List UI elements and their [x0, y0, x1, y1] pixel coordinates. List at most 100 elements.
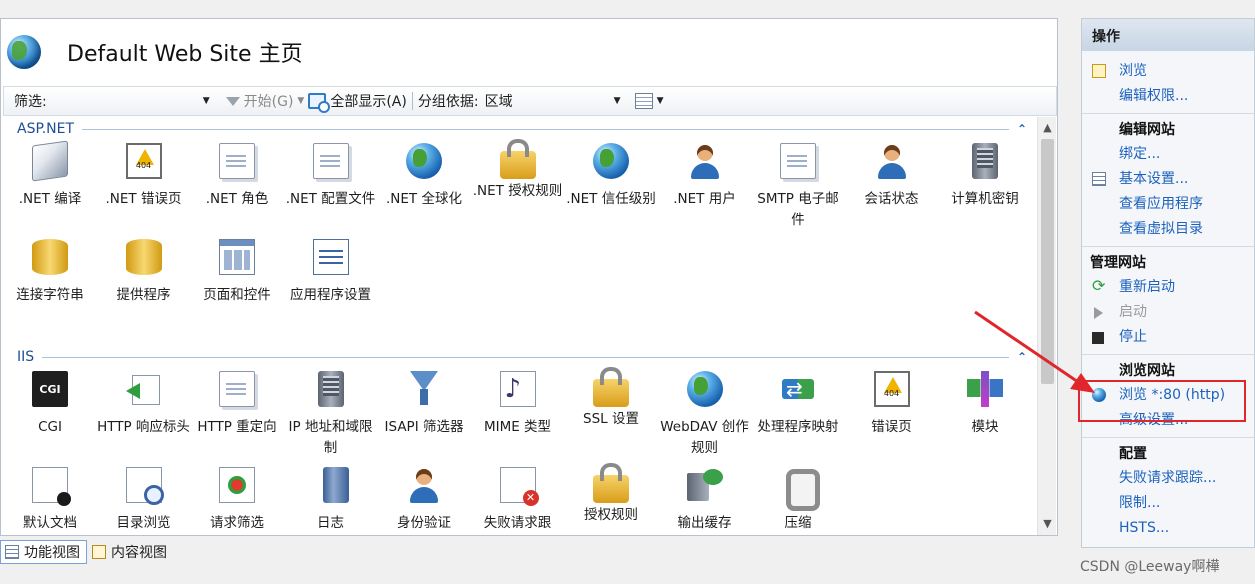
- feature-label: IP 地址和域限制: [288, 419, 373, 456]
- vertical-scrollbar[interactable]: ▲ ▼: [1037, 117, 1056, 535]
- feature-item[interactable]: IP 地址和域限制: [284, 367, 378, 459]
- feature-item[interactable]: 页面和控件: [190, 235, 284, 327]
- feature-item[interactable]: .NET 角色: [190, 139, 284, 231]
- feature-item[interactable]: HTTP 响应标头: [97, 367, 191, 459]
- action-link[interactable]: ⟳ 重新启动: [1082, 275, 1254, 300]
- show-all-button[interactable]: 全部显示(A): [308, 87, 407, 115]
- feature-label: 输出缓存: [677, 515, 732, 531]
- view-mode-icon[interactable]: [634, 93, 653, 109]
- section-divider: [1082, 113, 1254, 114]
- feature-item[interactable]: SMTP 电子邮件: [751, 139, 845, 231]
- feature-item[interactable]: MIME 类型: [471, 367, 565, 459]
- feature-item[interactable]: HTTP 重定向: [190, 367, 284, 459]
- feature-item[interactable]: 计算机密钥: [938, 139, 1032, 231]
- feature-item[interactable]: 默认文档: [3, 463, 97, 535]
- feature-label: 失败请求跟: [483, 515, 552, 531]
- authentication-icon: [406, 467, 442, 503]
- default-document-icon: [32, 467, 71, 506]
- tab-features-view[interactable]: 功能视图: [0, 540, 87, 564]
- collapse-chevron-icon[interactable]: ⌃: [1017, 122, 1027, 136]
- feature-item[interactable]: 请求筛选: [190, 463, 284, 535]
- feature-item[interactable]: 错误页: [845, 367, 939, 459]
- tab-content-view[interactable]: 内容视图: [87, 540, 174, 564]
- section-divider: [1082, 246, 1254, 247]
- section-divider: [1082, 437, 1254, 438]
- feature-item[interactable]: .NET 授权规则: [471, 139, 565, 231]
- feature-item[interactable]: .NET 编译: [3, 139, 97, 231]
- feature-item[interactable]: WebDAV 创作规则: [658, 367, 752, 459]
- feature-item[interactable]: .NET 全球化: [377, 139, 471, 231]
- feature-label: .NET 角色: [205, 191, 269, 207]
- collapse-chevron-icon[interactable]: ⌃: [1017, 350, 1027, 364]
- view-switcher: 功能视图 内容视图: [0, 538, 1255, 566]
- scroll-up-icon[interactable]: ▲: [1038, 119, 1057, 137]
- feature-item[interactable]: 提供程序: [97, 235, 191, 327]
- action-label: 失败请求跟踪...: [1119, 470, 1217, 486]
- connection-strings-icon: [32, 239, 68, 275]
- action-link[interactable]: 编辑权限...: [1082, 84, 1254, 109]
- group-title: IIS: [17, 349, 35, 365]
- feature-item[interactable]: 目录浏览: [97, 463, 191, 535]
- compilation-icon: [32, 140, 68, 182]
- feature-label: SSL 设置: [583, 411, 639, 427]
- action-link[interactable]: 启动: [1082, 300, 1254, 325]
- request-filtering-icon: [219, 467, 255, 503]
- feature-label: ISAPI 筛选器: [384, 419, 464, 435]
- output-caching-icon: [686, 467, 723, 503]
- action-link[interactable]: 停止: [1082, 325, 1254, 350]
- feature-item[interactable]: 日志: [284, 463, 378, 535]
- action-link[interactable]: 浏览: [1082, 59, 1254, 84]
- filter-dropdown-icon[interactable]: ▼: [203, 87, 210, 115]
- view-mode-dropdown-icon[interactable]: ▼: [657, 87, 664, 115]
- feature-item[interactable]: .NET 用户: [658, 139, 752, 231]
- filter-label: 筛选:: [14, 94, 47, 110]
- feature-label: HTTP 响应标头: [97, 419, 190, 435]
- feature-label: 默认文档: [23, 515, 77, 531]
- group-by-select[interactable]: 区域 ▼: [485, 87, 625, 115]
- feature-label: 计算机密钥: [951, 191, 1019, 207]
- funnel-icon: [225, 96, 240, 106]
- feature-item[interactable]: .NET 错误页: [97, 139, 191, 231]
- actions-list: 浏览 编辑权限... 编辑网站 绑定... 基本设置... 查看应用程序 查看虚拟目录 管理网…: [1082, 51, 1254, 541]
- feature-label: 压缩: [784, 515, 812, 531]
- authorization-icon: [593, 463, 629, 503]
- action-link[interactable]: 查看虚拟目录: [1082, 217, 1254, 242]
- feature-item[interactable]: 身份验证: [377, 463, 471, 535]
- feature-item[interactable]: 输出缓存: [658, 463, 752, 535]
- feature-item[interactable]: 连接字符串: [3, 235, 97, 327]
- action-link[interactable]: 绑定...: [1082, 142, 1254, 167]
- action-link[interactable]: HSTS...: [1082, 516, 1254, 541]
- group-by-value: 区域: [484, 94, 513, 110]
- action-link[interactable]: 查看应用程序: [1082, 192, 1254, 217]
- feature-item[interactable]: .NET 配置文件: [284, 139, 378, 231]
- feature-item[interactable]: SSL 设置: [564, 367, 658, 459]
- section-heading: 编辑网站: [1119, 122, 1175, 138]
- feature-item[interactable]: ISAPI 筛选器: [377, 367, 471, 459]
- page-header: Default Web Site 主页: [1, 19, 1057, 85]
- feature-item[interactable]: 处理程序映射: [751, 367, 845, 459]
- filter-input[interactable]: [48, 90, 199, 112]
- feature-item[interactable]: 会话状态: [845, 139, 939, 231]
- feature-item[interactable]: .NET 信任级别: [564, 139, 658, 231]
- feature-item[interactable]: 压缩: [751, 463, 845, 535]
- filter-toolbar: 筛选: ▼ 开始(G) ▼ 全部显示(A) 分组依据: 区域 ▼ ▼: [3, 86, 1057, 116]
- feature-label: 身份验证: [397, 515, 451, 531]
- action-link[interactable]: 限制...: [1082, 491, 1254, 516]
- scroll-thumb[interactable]: [1041, 139, 1054, 384]
- feature-label: 日志: [317, 515, 344, 531]
- show-all-label: 全部显示(A): [330, 94, 407, 110]
- start-dropdown-icon[interactable]: ▼: [297, 87, 304, 115]
- error-page-404-icon: [125, 143, 162, 179]
- feature-item[interactable]: 授权规则: [564, 463, 658, 535]
- feature-item[interactable]: 应用程序设置: [284, 235, 378, 327]
- feature-item[interactable]: 失败请求跟: [471, 463, 565, 535]
- feature-item[interactable]: 模块: [938, 367, 1032, 459]
- action-link[interactable]: 失败请求跟踪...: [1082, 466, 1254, 491]
- feature-item[interactable]: CGI CGI: [3, 367, 97, 459]
- tab-label: 功能视图: [24, 545, 80, 561]
- feature-label: 处理程序映射: [757, 419, 839, 435]
- action-label: 启动: [1119, 304, 1147, 320]
- start-filter-button[interactable]: 开始(G): [244, 87, 294, 115]
- scroll-down-icon[interactable]: ▼: [1038, 515, 1057, 533]
- action-link[interactable]: 基本设置...: [1082, 167, 1254, 192]
